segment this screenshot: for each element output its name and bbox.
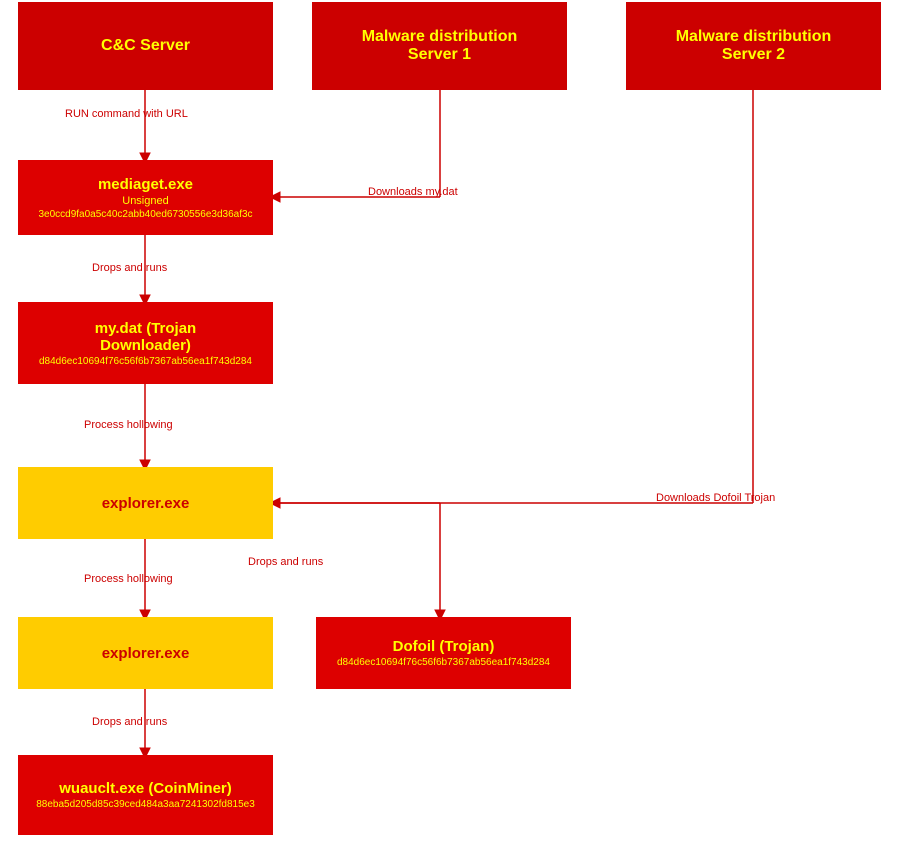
malware-server1-box: Malware distributionServer 1 [312,2,567,90]
malware-server2-label: Malware distributionServer 2 [676,28,832,64]
downloads-dofoil-label: Downloads Dofoil Trojan [656,492,775,504]
dofoil-hash: d84d6ec10694f76c56f6b7367ab56ea1f743d284 [337,657,550,668]
mydat-box: my.dat (TrojanDownloader) d84d6ec10694f7… [18,302,273,384]
process-hollowing-1-label: Process hollowing [84,419,173,431]
mediaget-hash: 3e0ccd9fa0a5c40c2abb40ed6730556e3d36af3c [38,209,252,220]
cnc-server-box: C&C Server [18,2,273,90]
explorer2-title: explorer.exe [102,645,190,662]
mediaget-subtitle: Unsigned [122,195,168,207]
wuauclt-title: wuauclt.exe (CoinMiner) [59,780,232,797]
mediaget-title: mediaget.exe [98,176,193,193]
diagram: C&C Server Malware distributionServer 1 … [0,0,909,864]
dofoil-box: Dofoil (Trojan) d84d6ec10694f76c56f6b736… [316,617,571,689]
mydat-hash: d84d6ec10694f76c56f6b7367ab56ea1f743d284 [39,356,252,367]
drops-runs-3-label: Drops and runs [92,716,167,728]
explorer1-box: explorer.exe [18,467,273,539]
dofoil-title: Dofoil (Trojan) [393,638,495,655]
malware-server2-box: Malware distributionServer 2 [626,2,881,90]
explorer1-title: explorer.exe [102,495,190,512]
explorer2-box: explorer.exe [18,617,273,689]
wuauclt-box: wuauclt.exe (CoinMiner) 88eba5d205d85c39… [18,755,273,835]
mediaget-box: mediaget.exe Unsigned 3e0ccd9fa0a5c40c2a… [18,160,273,235]
drops-runs-1-label: Drops and runs [92,262,167,274]
downloads-mydat-label: Downloads my.dat [368,186,458,198]
run-command-label: RUN command with URL [65,108,188,120]
mydat-title: my.dat (TrojanDownloader) [95,320,196,354]
arrows-layer [0,0,909,864]
process-hollowing-2-label: Process hollowing [84,573,173,585]
malware-server1-label: Malware distributionServer 1 [362,28,518,64]
drops-runs-2-label: Drops and runs [248,556,323,568]
cnc-server-label: C&C Server [101,37,190,55]
wuauclt-hash: 88eba5d205d85c39ced484a3aa7241302fd815e3 [36,799,255,810]
